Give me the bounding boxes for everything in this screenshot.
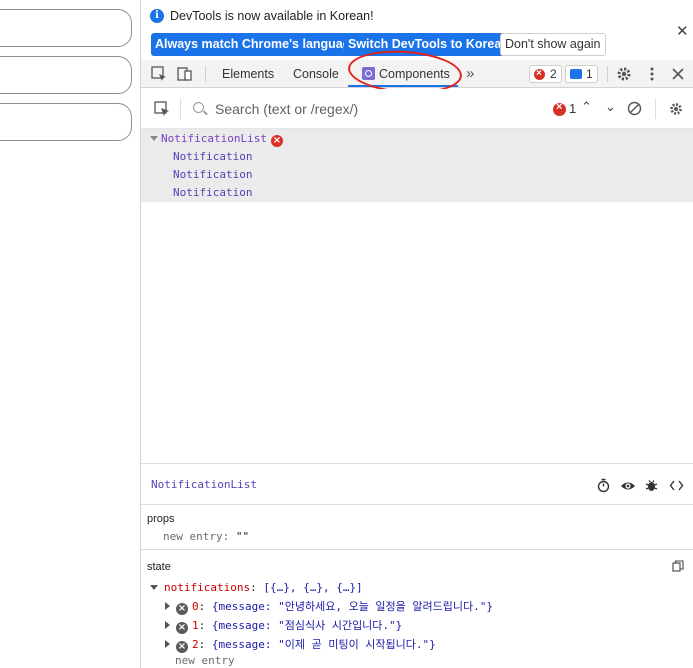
active-tab-indicator <box>348 85 458 87</box>
item-index: 0 <box>192 600 199 613</box>
clear-errors-icon[interactable] <box>627 101 642 116</box>
component-tree: NotificationList × Notification Notificat… <box>141 129 693 202</box>
notification-item-row[interactable]: × 2: {message: "이제 곧 미팅이 시작됩니다."} <box>165 636 436 653</box>
item-index: 2 <box>192 638 199 651</box>
state-summary: [{…}, {…}, {…}] <box>263 581 363 594</box>
props-new-entry[interactable]: new entry: "" <box>163 530 249 543</box>
colon: : <box>222 530 236 543</box>
error-icon: × <box>176 641 188 653</box>
tab-elements[interactable]: Elements <box>222 67 274 81</box>
page-input-2[interactable] <box>0 56 132 94</box>
colon: : <box>198 619 212 632</box>
device-toolbar-icon[interactable] <box>176 65 194 83</box>
message-count: 1 <box>586 67 593 81</box>
error-count-badge[interactable]: 2 <box>529 65 562 83</box>
message-count-badge[interactable]: 1 <box>565 65 598 83</box>
new-entry-key: new entry <box>163 530 223 543</box>
component-settings-icon[interactable] <box>668 101 684 117</box>
view-source-icon[interactable] <box>669 478 684 493</box>
copy-icon[interactable] <box>672 560 684 572</box>
collapse-arrow-icon[interactable] <box>150 136 158 141</box>
error-icon: × <box>270 135 283 147</box>
tab-console[interactable]: Console <box>293 67 339 81</box>
expand-arrow-icon[interactable] <box>165 621 170 629</box>
page-content <box>0 0 140 668</box>
tree-root-item: NotificationList × <box>161 130 283 148</box>
expand-arrow-icon[interactable] <box>165 640 170 648</box>
error-icon: × <box>176 622 188 634</box>
more-tabs-icon[interactable]: » <box>466 65 474 82</box>
tree-row-child[interactable]: Notification <box>173 184 252 202</box>
component-name: Notification <box>173 186 253 199</box>
match-language-button[interactable]: Always match Chrome's language <box>151 33 362 56</box>
settings-gear-icon[interactable] <box>615 65 633 83</box>
error-icon <box>534 66 545 82</box>
close-icon[interactable]: ✕ <box>676 22 689 40</box>
tree-row-root[interactable]: NotificationList × <box>141 130 693 148</box>
colon: : <box>198 600 212 613</box>
component-name: Notification <box>173 150 253 163</box>
stopwatch-icon[interactable] <box>596 478 611 493</box>
component-name: NotificationList <box>161 132 267 145</box>
toolbar-divider <box>607 66 608 82</box>
message-icon <box>570 69 582 79</box>
switch-to-korean-button[interactable]: Switch DevTools to Korean <box>344 33 513 56</box>
error-count: 2 <box>550 67 557 81</box>
page-input-3[interactable] <box>0 103 132 141</box>
item-value: {message: "점심식사 시간입니다."} <box>211 619 403 632</box>
expand-arrow-icon[interactable] <box>165 602 170 610</box>
bug-icon[interactable] <box>644 478 659 493</box>
info-icon: i <box>150 9 164 23</box>
state-section: state notifications: [{…}, {…}, {…}] × 0:… <box>141 551 693 668</box>
react-icon <box>362 67 375 80</box>
notification-item-row[interactable]: × 1: {message: "점심식사 시간입니다."} <box>165 617 402 634</box>
search-divider <box>180 99 181 119</box>
page-input-1[interactable] <box>0 9 132 47</box>
devtools-toolbar: Elements Console Components » 2 1 <box>141 60 693 88</box>
details-header: NotificationList <box>141 463 693 505</box>
error-icon: × <box>176 603 188 615</box>
dont-show-again-button[interactable]: Don't show again <box>500 33 606 56</box>
props-section: props new entry: "" <box>141 506 693 550</box>
select-element-icon[interactable] <box>153 100 171 118</box>
more-options-icon[interactable] <box>643 65 661 83</box>
tree-row-child[interactable]: Notification <box>173 166 252 184</box>
infobar-message: DevTools is now available in Korean! <box>170 9 374 23</box>
colon: : <box>250 581 264 594</box>
component-search-bar: 1 ⌃ ⌄ <box>141 89 693 129</box>
expand-arrow-icon[interactable] <box>150 585 158 590</box>
item-value: {message: "이제 곧 미팅이 시작됩니다."} <box>211 638 436 651</box>
notification-item-row[interactable]: × 0: {message: "안녕하세요, 오늘 일정을 알려드립니다."} <box>165 598 493 615</box>
devtools-panel: i DevTools is now available in Korean! ✕… <box>140 0 693 668</box>
selected-component-title: NotificationList <box>151 478 257 491</box>
previous-error-icon[interactable]: ⌃ <box>581 99 592 115</box>
state-new-entry[interactable]: new entry <box>175 654 235 667</box>
tree-row-child[interactable]: Notification <box>173 148 252 166</box>
search-error-count: 1 <box>569 101 577 116</box>
close-devtools-icon[interactable] <box>669 65 687 83</box>
inspect-element-icon[interactable] <box>150 65 168 83</box>
eye-icon[interactable] <box>620 478 636 494</box>
toolbar-divider <box>205 66 206 82</box>
state-label: state <box>147 561 171 573</box>
state-key: notifications <box>164 581 251 594</box>
item-index: 1 <box>192 619 199 632</box>
error-icon <box>553 101 566 116</box>
tab-components[interactable]: Components <box>379 67 450 81</box>
search-divider <box>655 99 656 119</box>
colon: : <box>198 638 212 651</box>
state-notifications-row[interactable]: notifications: [{…}, {…}, {…}] <box>150 581 363 594</box>
item-value: {message: "안녕하세요, 오늘 일정을 알려드립니다."} <box>211 600 493 613</box>
search-input[interactable] <box>189 98 529 120</box>
props-label: props <box>147 513 175 525</box>
language-infobar: i DevTools is now available in Korean! ✕… <box>141 0 693 60</box>
component-name: Notification <box>173 168 253 181</box>
new-entry-value: "" <box>235 530 250 543</box>
next-error-icon[interactable]: ⌄ <box>605 99 616 115</box>
